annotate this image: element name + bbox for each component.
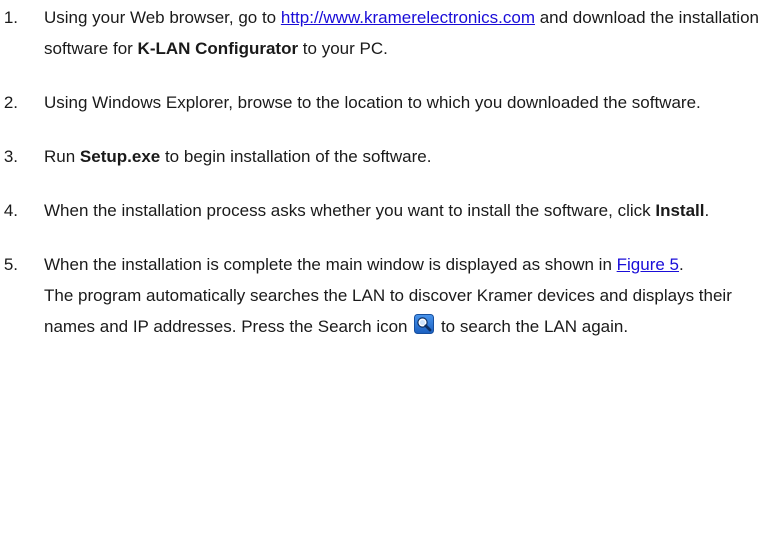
- step-number: 4.: [3, 201, 18, 220]
- step-number: 5.: [3, 255, 18, 274]
- step-4: 4. When the installation process asks wh…: [0, 195, 763, 226]
- installation-steps: 1. Using your Web browser, go to http://…: [0, 2, 763, 365]
- step-number: 1.: [3, 8, 18, 27]
- step-number: 3.: [3, 147, 18, 166]
- install-button-label: Install: [655, 201, 705, 220]
- search-icon[interactable]: [414, 313, 435, 334]
- product-name: K-LAN Configurator: [137, 39, 299, 58]
- step-text-part: Using your Web browser, go to: [44, 8, 281, 27]
- setup-filename: Setup.exe: [79, 147, 161, 166]
- step-5: 5. When the installation is complete the…: [0, 249, 763, 342]
- step-2: 2. Using Windows Explorer, browse to the…: [0, 87, 763, 118]
- step-text-part: to your PC.: [298, 39, 388, 58]
- step-number: 2.: [3, 93, 18, 112]
- step-text: When the installation is complete the ma…: [44, 249, 763, 280]
- step-text: When the installation process asks wheth…: [44, 195, 763, 226]
- step-text-part: to begin installation of the software.: [160, 147, 432, 166]
- figure-5-link[interactable]: Figure 5: [617, 255, 679, 274]
- step-3: 3. Run Setup.exe to begin installation o…: [0, 141, 763, 172]
- step-text-part: When the installation process asks wheth…: [44, 201, 656, 220]
- step-text-part: When the installation is complete the ma…: [44, 255, 617, 274]
- step-note-part: to search the LAN again.: [436, 317, 629, 336]
- step-text-part: Run: [44, 147, 80, 166]
- step-1: 1. Using your Web browser, go to http://…: [0, 2, 763, 64]
- step-note-part: The program automatically searches the L…: [44, 286, 732, 336]
- step-text: Using Windows Explorer, browse to the lo…: [44, 93, 701, 112]
- step-text-part: .: [704, 201, 710, 220]
- kramer-website-link[interactable]: http://www.kramerelectronics.com: [281, 8, 535, 27]
- step-text: Using your Web browser, go to http://www…: [44, 2, 763, 64]
- step-text: Run Setup.exe to begin installation of t…: [44, 141, 763, 172]
- step-text-part: .: [679, 255, 684, 274]
- step-note: The program automatically searches the L…: [44, 280, 763, 342]
